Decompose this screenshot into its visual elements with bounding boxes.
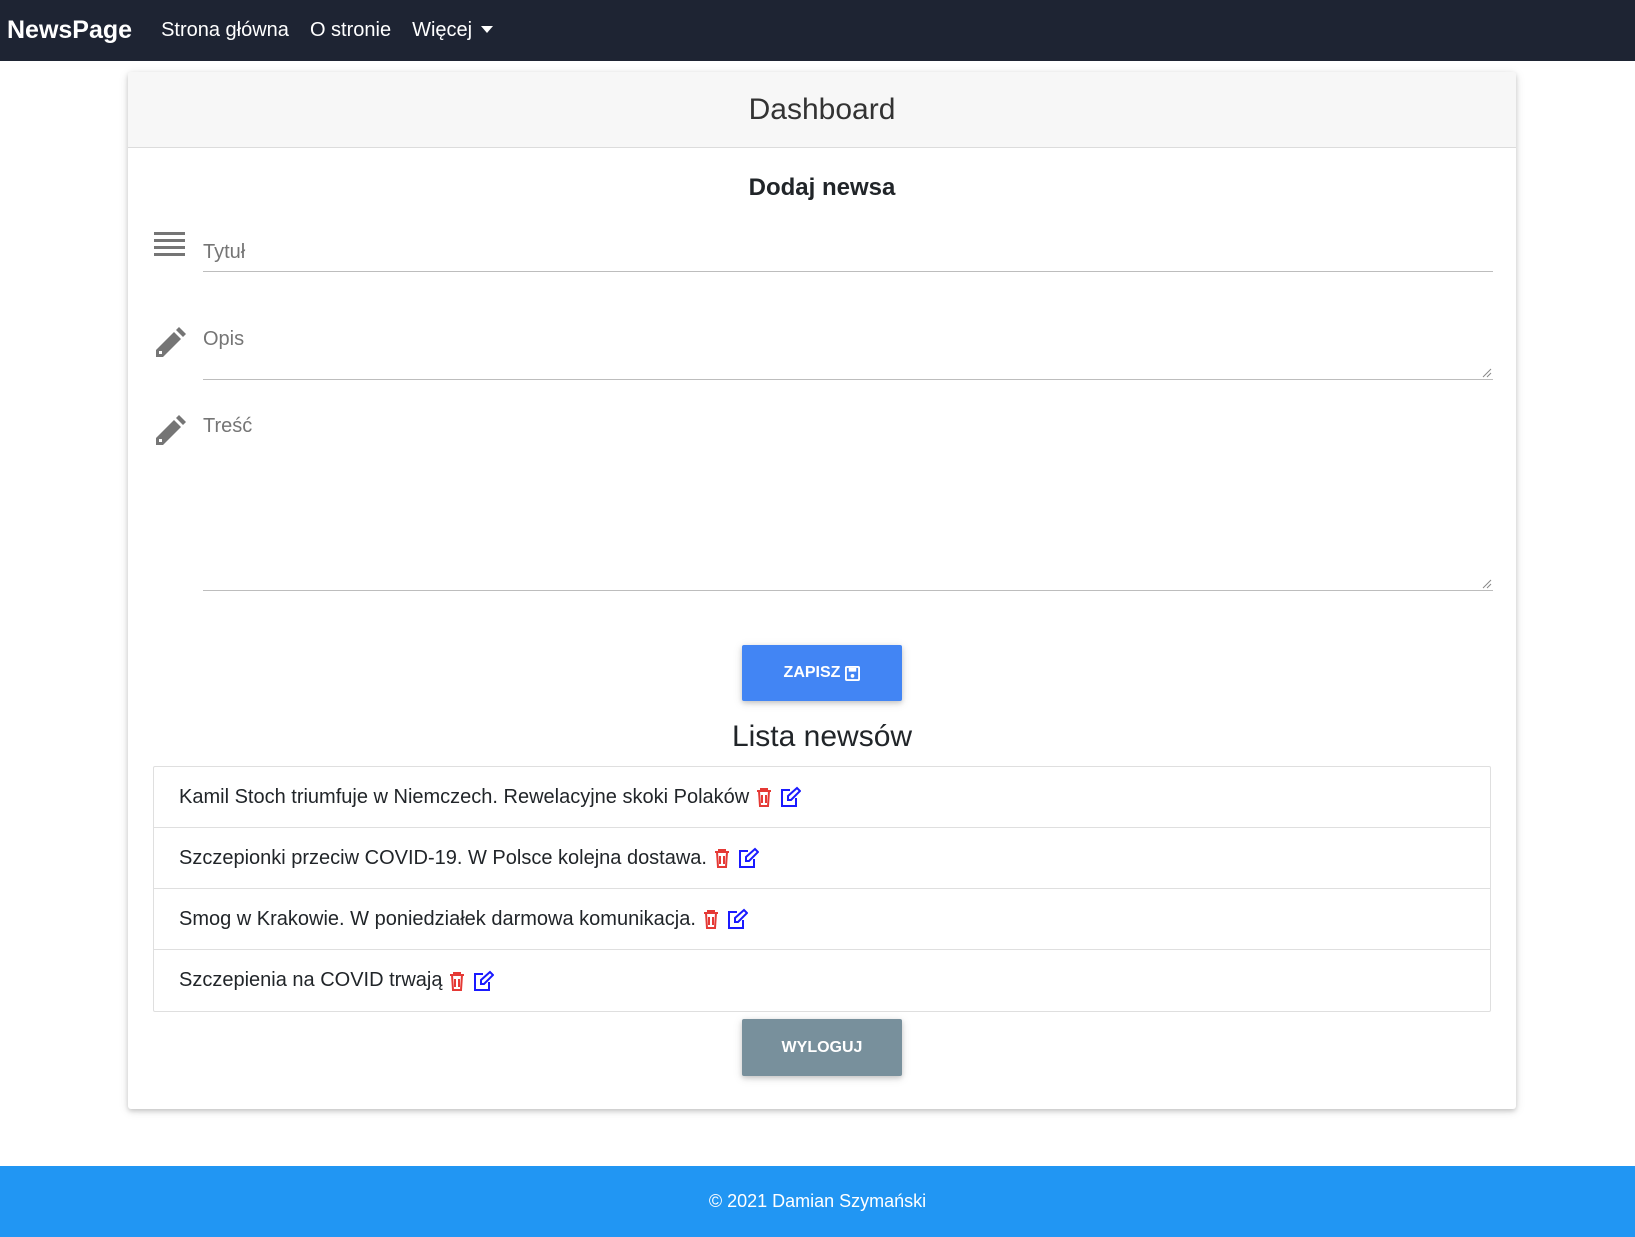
news-list: Kamil Stoch triumfuje w Niemczech. Rewel… [153, 766, 1491, 1012]
news-list-title: Lista newsów [731, 720, 913, 753]
nav-link-home[interactable]: Strona główna [161, 19, 289, 42]
content-field[interactable] [203, 408, 1493, 591]
brand-logo[interactable]: NewsPage [7, 16, 132, 45]
resize-handle-icon[interactable] [1482, 579, 1492, 589]
edit-icon[interactable] [737, 847, 759, 869]
list-item: Szczepienia na COVID trwają [154, 950, 1490, 1011]
title-field[interactable] [203, 236, 1493, 272]
edit-icon[interactable] [472, 970, 495, 992]
nav-dropdown-more[interactable]: Więcej [412, 19, 494, 42]
form-title: Dodaj newsa [748, 174, 896, 201]
list-icon [154, 232, 185, 256]
nav-link-about[interactable]: O stronie [310, 19, 391, 42]
card-header: Dashboard [128, 72, 1516, 148]
description-field[interactable] [203, 320, 1493, 380]
pencil-icon [156, 415, 186, 445]
caret-down-icon [481, 26, 494, 33]
trash-icon[interactable] [753, 786, 775, 808]
navbar: NewsPage Strona główna O stronie Więcej [0, 0, 1635, 61]
news-item-title: Kamil Stoch triumfuje w Niemczech. Rewel… [179, 785, 750, 808]
trash-icon[interactable] [700, 908, 722, 930]
news-item-title: Smog w Krakowie. W poniedziałek darmowa … [179, 907, 696, 930]
news-item-title: Szczepionki przeciw COVID-19. W Polsce k… [179, 846, 707, 869]
list-item: Szczepionki przeciw COVID-19. W Polsce k… [154, 828, 1490, 889]
pencil-icon [156, 327, 186, 357]
list-item: Smog w Krakowie. W poniedziałek darmowa … [154, 889, 1490, 950]
news-item-title: Szczepienia na COVID trwają [179, 969, 443, 991]
nav-dropdown-label: Więcej [412, 19, 473, 41]
dashboard-card: Dashboard Dodaj newsa Tytuł Opis Treść Z… [128, 72, 1516, 1109]
edit-icon[interactable] [779, 786, 802, 808]
trash-icon[interactable] [711, 847, 733, 869]
logout-button[interactable]: WYLOGUJ [742, 1019, 902, 1076]
resize-handle-icon[interactable] [1482, 368, 1492, 378]
trash-icon[interactable] [446, 970, 468, 992]
save-button-label: ZAPISZ [783, 664, 841, 681]
list-item: Kamil Stoch triumfuje w Niemczech. Rewel… [154, 767, 1490, 828]
edit-icon[interactable] [726, 908, 748, 930]
footer: © 2021 Damian Szymański [0, 1166, 1635, 1237]
footer-copyright: © 2021 Damian Szymański [708, 1191, 927, 1211]
floppy-disk-icon [845, 665, 861, 681]
save-button[interactable]: ZAPISZ [742, 645, 902, 701]
